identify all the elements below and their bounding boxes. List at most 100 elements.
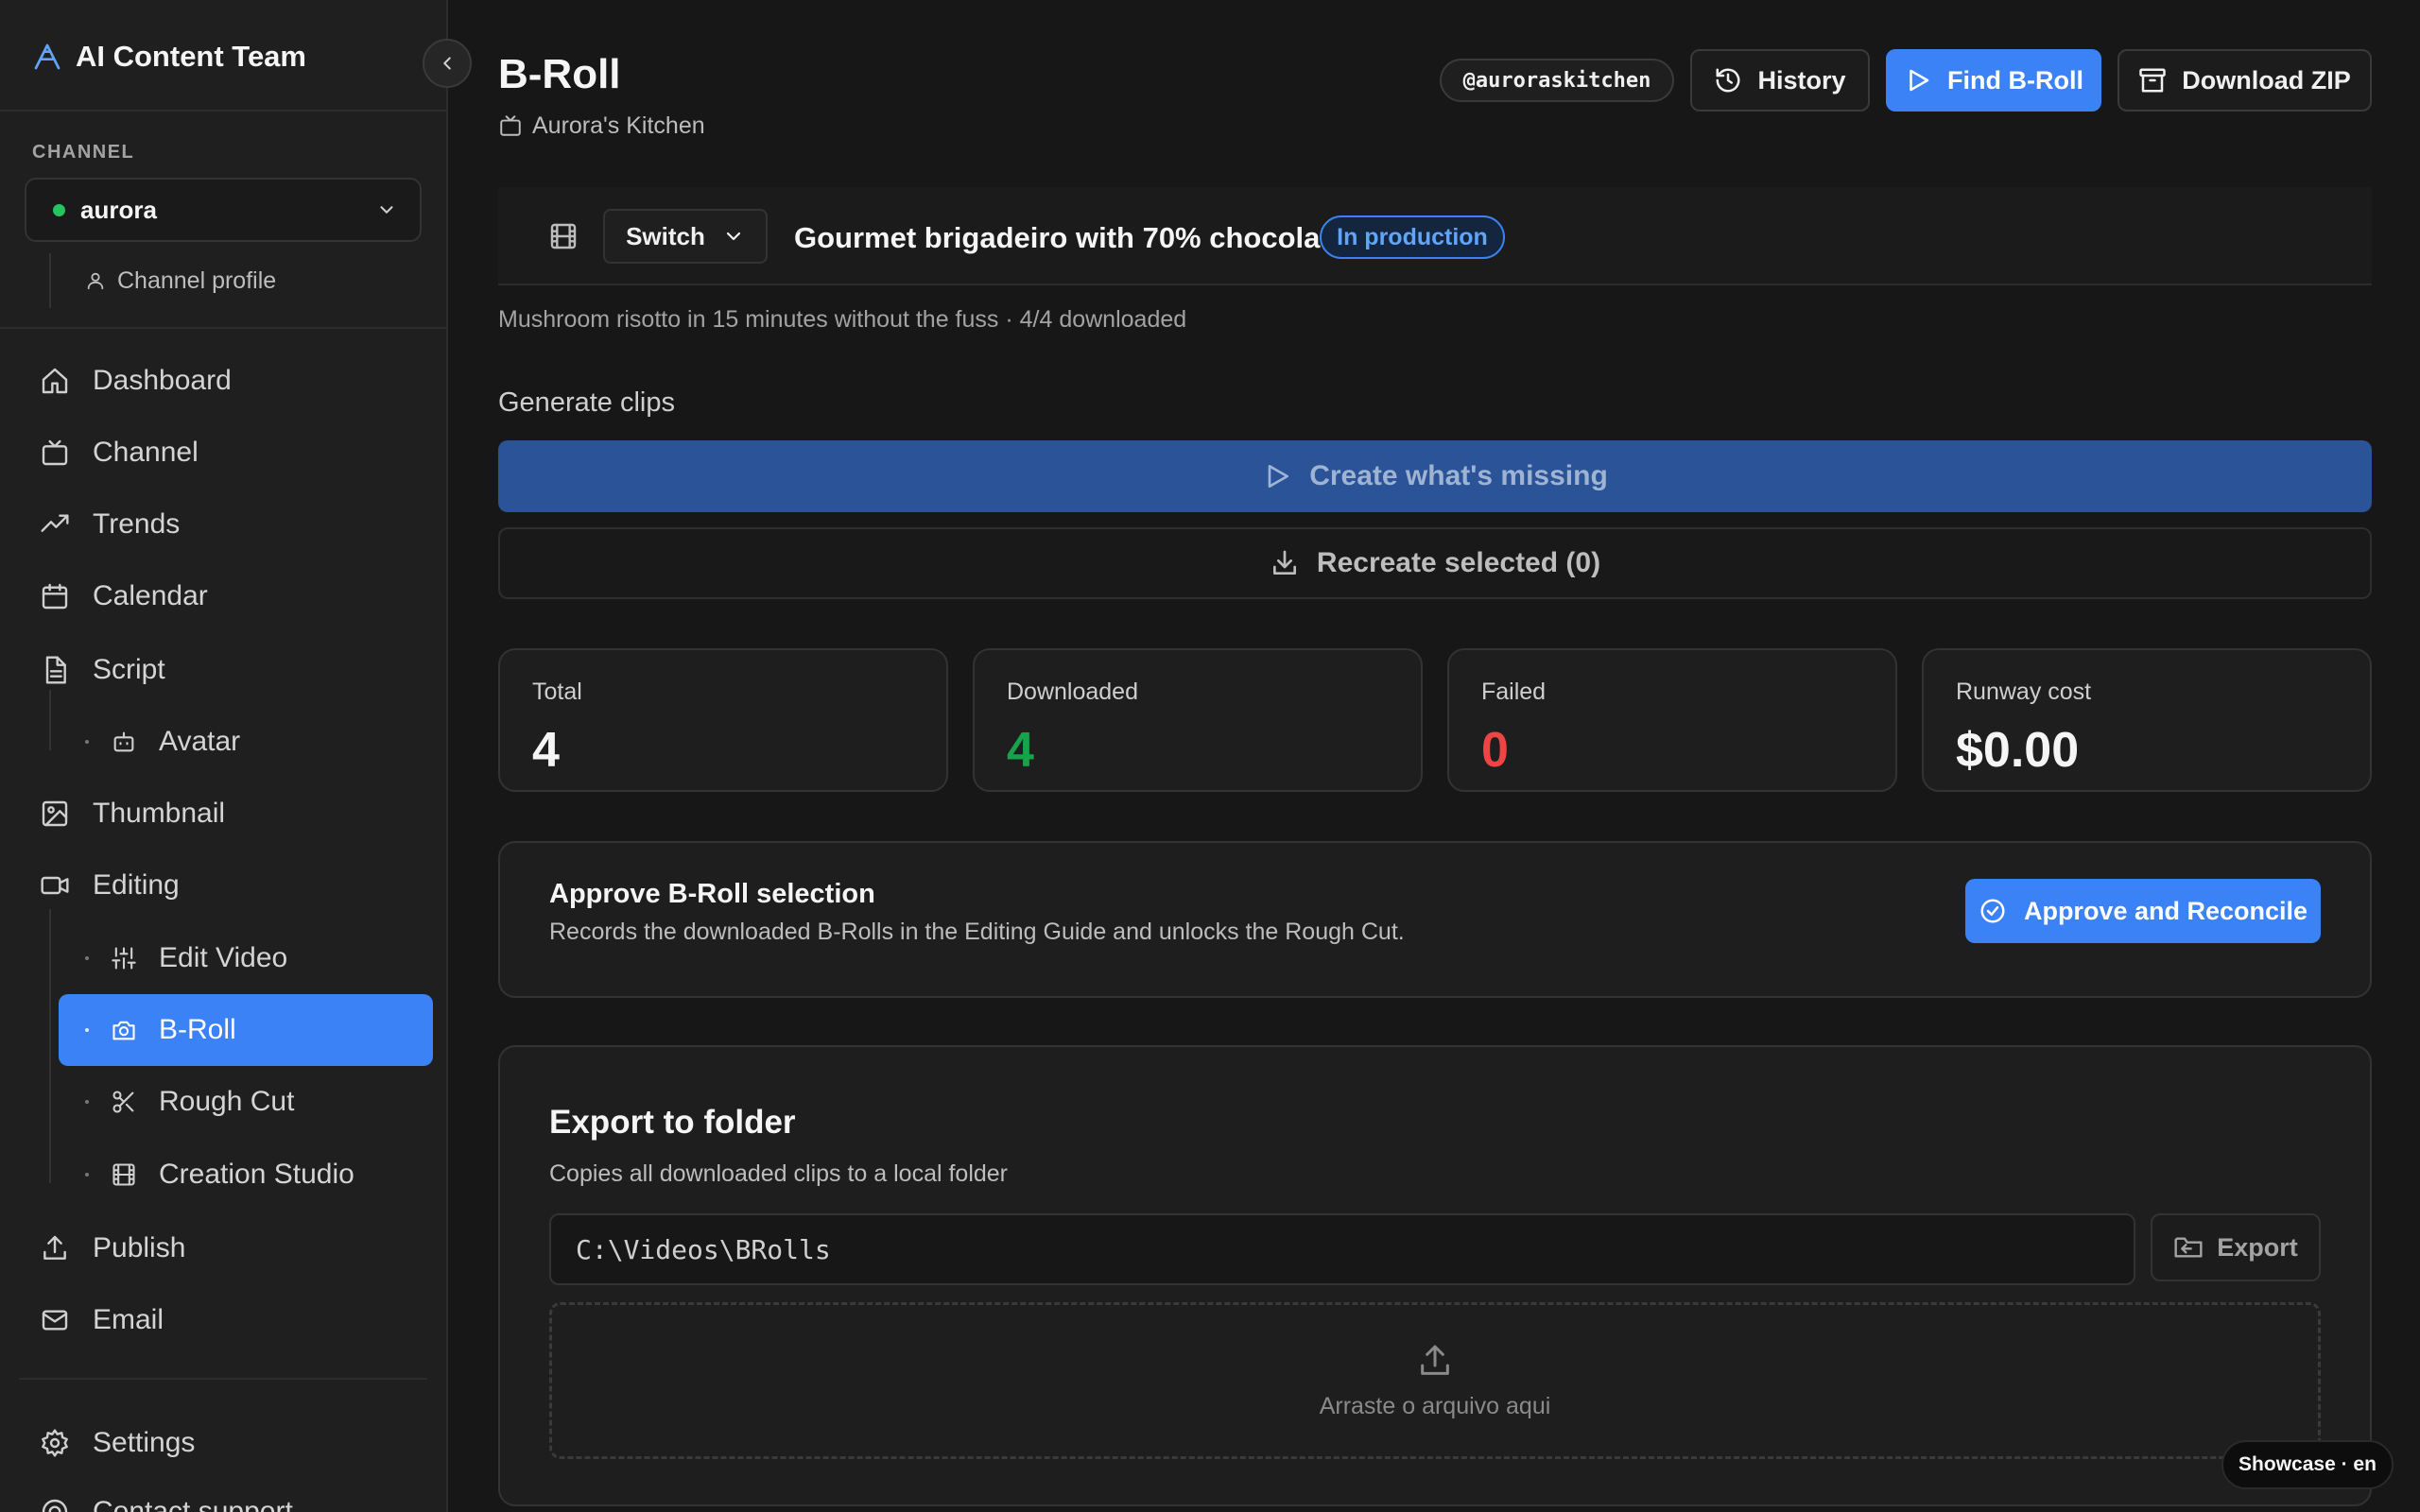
file-dropzone[interactable]: Arraste o arquivo aqui (549, 1302, 2321, 1459)
tree-line (49, 690, 51, 750)
stat-card-failed: Failed 0 (1447, 648, 1897, 792)
switch-topic-button[interactable]: Switch (603, 209, 768, 264)
nav-publish[interactable]: Publish (38, 1222, 185, 1275)
nav-email[interactable]: Email (38, 1294, 164, 1347)
bullet (85, 1100, 89, 1104)
nav-edit-video[interactable]: Edit Video (59, 922, 433, 994)
create-missing-button[interactable]: Create what's missing (498, 440, 2372, 512)
nav-channel-label: Channel (93, 437, 199, 468)
nav-rough-cut[interactable]: Rough Cut (59, 1066, 433, 1138)
nav-script[interactable]: Script (38, 644, 165, 696)
showcase-badge[interactable]: Showcase · en (2221, 1440, 2394, 1489)
download-icon (1270, 548, 1300, 578)
nav-settings[interactable]: Settings (38, 1417, 195, 1469)
bullet (85, 1173, 89, 1177)
support-icon (38, 1495, 72, 1512)
chevron-down-icon (722, 225, 745, 248)
history-icon (1714, 66, 1742, 94)
chevron-down-icon (376, 199, 397, 220)
download-zip-button[interactable]: Download ZIP (2118, 49, 2372, 112)
nav-avatar-label: Avatar (159, 726, 241, 757)
sidebar: AI Content Team CHANNEL aurora Channel p… (0, 0, 448, 1512)
play-icon (1904, 66, 1932, 94)
nav-rough-cut-label: Rough Cut (159, 1086, 295, 1117)
brand[interactable]: AI Content Team (32, 36, 306, 77)
stat-card-runway-cost: Runway cost $0.00 (1922, 648, 2372, 792)
film-icon (548, 221, 579, 251)
approve-description: Records the downloaded B-Rolls in the Ed… (549, 919, 1405, 945)
film-icon (108, 1159, 140, 1191)
topic-meta: Mushroom risotto in 15 minutes without t… (498, 306, 1187, 333)
nav-contact-support-label: Contact support (93, 1496, 293, 1512)
tv-icon (38, 436, 72, 470)
nav-dashboard[interactable]: Dashboard (38, 354, 232, 407)
logo-icon (32, 42, 62, 72)
nav-trends-label: Trends (93, 508, 181, 540)
recreate-selected-button[interactable]: Recreate selected (0) (498, 527, 2372, 599)
nav-avatar[interactable]: Avatar (59, 706, 433, 778)
folder-path-input[interactable] (549, 1213, 2135, 1285)
camera-icon (108, 1014, 140, 1046)
upload-icon (1416, 1342, 1454, 1380)
divider (19, 1378, 427, 1380)
find-broll-button[interactable]: Find B-Roll (1886, 49, 2101, 112)
find-broll-label: Find B-Roll (1947, 65, 2083, 94)
channel-section-label: CHANNEL (32, 142, 135, 163)
channel-profile-link[interactable]: Channel profile (85, 265, 276, 297)
nav-creation-studio[interactable]: Creation Studio (59, 1139, 433, 1211)
nav-contact-support[interactable]: Contact support (38, 1486, 293, 1512)
bot-icon (108, 726, 140, 758)
nav-thumbnail[interactable]: Thumbnail (38, 787, 225, 840)
nav-thumbnail-label: Thumbnail (93, 798, 226, 829)
channel-name: Aurora's Kitchen (532, 112, 705, 139)
stat-label: Failed (1481, 679, 1547, 705)
nav-edit-video-label: Edit Video (159, 942, 288, 973)
play-icon (1262, 461, 1292, 491)
nav-email-label: Email (93, 1304, 164, 1335)
export-description: Copies all downloaded clips to a local f… (549, 1160, 1009, 1187)
tree-line (49, 253, 51, 308)
upload-icon (38, 1231, 72, 1265)
channel-select[interactable]: aurora (25, 178, 422, 242)
stat-card-downloaded: Downloaded 4 (973, 648, 1423, 792)
file-text-icon (38, 653, 72, 687)
tree-line (49, 909, 51, 1183)
divider (0, 110, 446, 112)
video-icon (38, 868, 72, 902)
nav-trends[interactable]: Trends (38, 498, 180, 551)
nav-settings-label: Settings (93, 1427, 196, 1458)
archive-icon (2138, 66, 2167, 94)
approve-title: Approve B-Roll selection (549, 879, 875, 909)
export-button[interactable]: Export (2151, 1213, 2321, 1281)
collapse-sidebar-button[interactable] (423, 39, 472, 88)
download-zip-label: Download ZIP (2182, 65, 2351, 94)
approve-card: Approve B-Roll selection Records the dow… (498, 841, 2372, 998)
nav-script-label: Script (93, 654, 165, 685)
stat-value: 4 (1007, 723, 1034, 778)
channel-select-value: aurora (80, 195, 157, 224)
page-subtitle: Aurora's Kitchen (498, 110, 705, 142)
sliders-icon (108, 942, 140, 974)
trending-up-icon (38, 507, 72, 541)
history-button[interactable]: History (1690, 49, 1870, 112)
nav-broll[interactable]: B-Roll (59, 994, 433, 1066)
calendar-icon (38, 579, 72, 613)
nav-calendar[interactable]: Calendar (38, 570, 208, 623)
bullet (85, 740, 89, 744)
folder-export-icon (2173, 1232, 2204, 1263)
bullet (85, 956, 89, 960)
nav-editing[interactable]: Editing (38, 859, 180, 912)
page-title: B-Roll (498, 51, 621, 97)
nav-publish-label: Publish (93, 1232, 186, 1263)
nav-dashboard-label: Dashboard (93, 365, 232, 396)
check-circle-icon (1979, 897, 2007, 925)
tv-icon (498, 113, 523, 138)
nav-channel[interactable]: Channel (38, 426, 199, 479)
channel-status-dot (53, 203, 65, 216)
approve-and-reconcile-button[interactable]: Approve and Reconcile (1965, 879, 2321, 943)
app-title: AI Content Team (76, 40, 306, 73)
nav-creation-studio-label: Creation Studio (159, 1159, 354, 1190)
dropzone-text: Arraste o arquivo aqui (1319, 1392, 1551, 1419)
create-missing-label: Create what's missing (1309, 460, 1608, 491)
mail-icon (38, 1303, 72, 1337)
